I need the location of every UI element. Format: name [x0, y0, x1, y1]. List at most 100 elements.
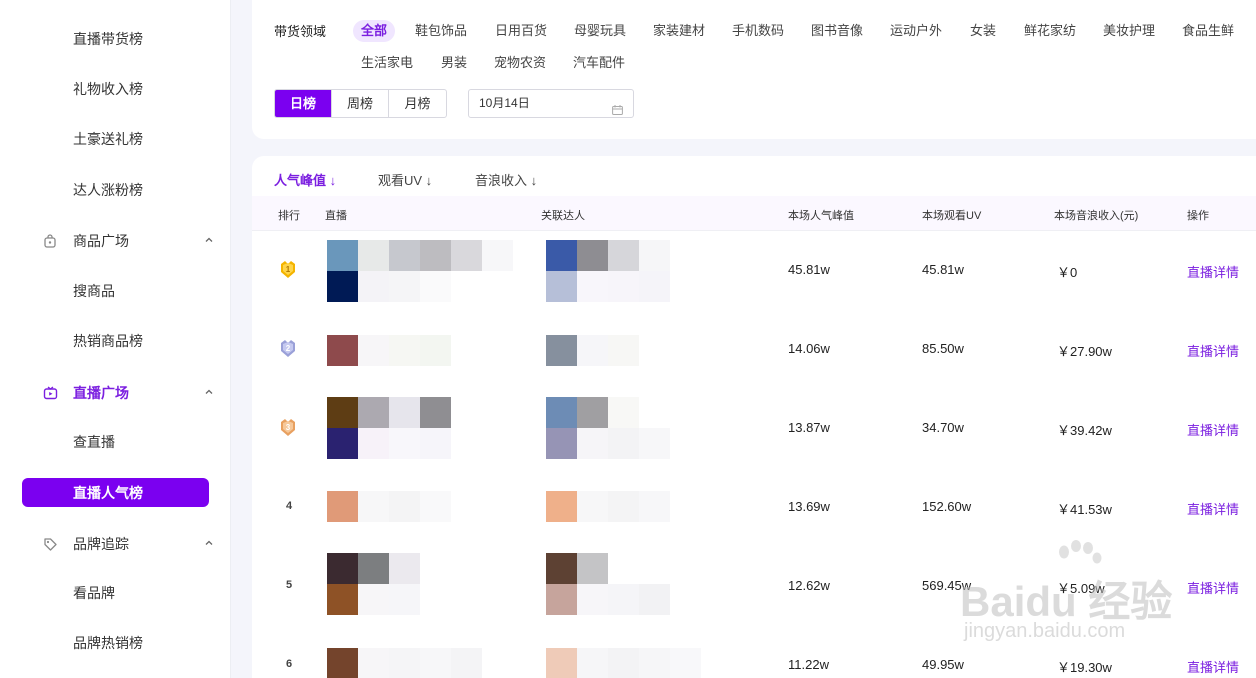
category-chip[interactable]: 手机数码 [724, 20, 792, 42]
live-detail-link[interactable]: 直播详情 [1187, 341, 1239, 360]
period-tab-monthly[interactable]: 月榜 [389, 90, 446, 117]
gold-medal-icon: 1 [278, 260, 298, 280]
tv-icon [42, 385, 58, 401]
sidebar-group-live[interactable]: 直播广场 [0, 378, 231, 408]
peak-popularity-value: 45.81w [788, 262, 830, 277]
category-chip[interactable]: 男装 [433, 52, 475, 74]
live-detail-link[interactable]: 直播详情 [1187, 499, 1239, 518]
sidebar-item-label: 查直播 [73, 434, 115, 450]
date-picker[interactable]: 10月14日 [468, 89, 634, 118]
ranking-table-card: 人气峰值 ↓ 观看UV ↓ 音浪收入 ↓ 排行 直播 关联达人 本场人气峰值 本… [252, 156, 1256, 678]
viewer-uv-value: 45.81w [922, 262, 964, 277]
live-detail-link[interactable]: 直播详情 [1187, 262, 1239, 281]
peak-popularity-value: 11.22w [788, 657, 829, 672]
viewer-uv-value: 49.95w [922, 657, 964, 672]
sidebar-item-label: 直播人气榜 [73, 484, 143, 501]
sidebar: 直播带货榜 礼物收入榜 土豪送礼榜 达人涨粉榜 商品广场 搜商品 热销商品榜 直… [0, 0, 231, 678]
category-chip[interactable]: 日用百货 [487, 20, 555, 42]
table-row: 3 13.87w 34.70w ￥39.42w 直播详情 [252, 389, 1256, 468]
sidebar-item-search-products[interactable]: 搜商品 [0, 276, 231, 306]
chevron-up-icon [203, 234, 215, 246]
sidebar-item-gift-income-rank[interactable]: 礼物收入榜 [0, 74, 231, 104]
sidebar-item-big-gifter-rank[interactable]: 土豪送礼榜 [0, 124, 231, 154]
category-chip[interactable]: 图书音像 [803, 20, 871, 42]
period-tab-daily[interactable]: 日榜 [275, 90, 332, 117]
category-chip[interactable]: 母婴玩具 [566, 20, 634, 42]
sidebar-item-live-popularity-rank[interactable]: 直播人气榜 [22, 478, 209, 507]
category-filter-label: 带货领域 [274, 24, 327, 39]
rank-number: 5 [285, 579, 293, 591]
income-value: ￥27.90w [1057, 344, 1112, 359]
calendar-icon [612, 98, 623, 115]
sidebar-item-follower-growth-rank[interactable]: 达人涨粉榜 [0, 175, 231, 205]
peak-popularity-value: 13.87w [788, 420, 830, 435]
sort-tab-viewer-uv[interactable]: 观看UV ↓ [378, 170, 432, 189]
category-chip[interactable]: 女装 [962, 20, 1004, 42]
sidebar-item-label: 礼物收入榜 [73, 81, 143, 97]
sidebar-item-live-sales-rank[interactable]: 直播带货榜 [0, 24, 231, 54]
sidebar-item-label: 看品牌 [73, 585, 115, 601]
svg-text:2: 2 [286, 344, 291, 353]
table-row: 5 12.62w 569.45w ￥5.09w 直播详情 [252, 547, 1256, 626]
sidebar-item-brand-hot-rank[interactable]: 品牌热销榜 [0, 628, 231, 658]
income-value: ￥0 [1057, 265, 1078, 280]
income-value: ￥5.09w [1057, 581, 1105, 596]
period-tab-weekly[interactable]: 周榜 [332, 90, 389, 117]
sidebar-item-view-brands[interactable]: 看品牌 [0, 578, 231, 608]
peak-popularity-value: 12.62w [788, 578, 830, 593]
income-value: ￥41.53w [1057, 502, 1112, 517]
svg-text:1: 1 [286, 265, 291, 274]
sidebar-item-hot-products-rank[interactable]: 热销商品榜 [0, 326, 231, 356]
viewer-uv-value: 152.60w [922, 499, 972, 514]
sidebar-item-label: 直播带货榜 [73, 31, 143, 47]
sidebar-group-label: 品牌追踪 [73, 536, 129, 552]
column-header-uv: 本场观看UV [922, 210, 982, 222]
category-chip[interactable]: 鲜花家纺 [1016, 20, 1084, 42]
viewer-uv-value: 85.50w [922, 341, 964, 356]
table-row: 4 13.69w 152.60w ￥41.53w 直播详情 [252, 468, 1256, 547]
table-row: 2 14.06w 85.50w ￥27.90w 直播详情 [252, 310, 1256, 389]
column-header-rank: 排行 [278, 210, 300, 222]
silver-medal-icon: 2 [278, 339, 298, 359]
column-header-peak: 本场人气峰值 [788, 210, 854, 222]
period-segmented-control: 日榜 周榜 月榜 [274, 89, 447, 118]
category-chip[interactable]: 汽车配件 [565, 52, 633, 74]
tag-icon [42, 536, 58, 552]
sidebar-group-brands[interactable]: 品牌追踪 [0, 529, 231, 559]
filter-card: 带货领域 全部 鞋包饰品 日用百货 母婴玩具 家装建材 手机数码 图书音像 运动… [252, 0, 1256, 139]
category-chip[interactable]: 运动户外 [882, 20, 950, 42]
bronze-medal-icon: 3 [278, 418, 298, 438]
table-row: 1 45.81w 45.81w ￥0 直播详情 [252, 231, 1256, 310]
table-row: 6 11.22w 49.95w ￥19.30w 直播详情 [252, 626, 1256, 678]
column-header-live: 直播 [325, 210, 347, 222]
live-detail-link[interactable]: 直播详情 [1187, 657, 1239, 676]
category-chip[interactable]: 宠物农资 [486, 52, 554, 74]
peak-popularity-value: 13.69w [788, 499, 830, 514]
category-chip-all[interactable]: 全部 [353, 20, 396, 42]
live-detail-link[interactable]: 直播详情 [1187, 420, 1239, 439]
date-picker-value: 10月14日 [479, 96, 530, 110]
category-chip[interactable]: 家装建材 [645, 20, 713, 42]
column-header-action: 操作 [1187, 210, 1209, 222]
category-chip[interactable]: 食品生鲜 [1174, 20, 1242, 42]
sort-tab-peak-popularity[interactable]: 人气峰值 ↓ [274, 170, 336, 189]
category-chip[interactable]: 鞋包饰品 [407, 20, 475, 42]
category-chip[interactable]: 美妆护理 [1095, 20, 1163, 42]
sidebar-item-label: 土豪送礼榜 [73, 131, 143, 147]
sidebar-item-search-live[interactable]: 查直播 [0, 427, 231, 457]
chevron-up-icon [203, 386, 215, 398]
shopping-bag-icon [42, 233, 58, 249]
svg-text:3: 3 [286, 423, 291, 432]
column-header-streamer: 关联达人 [541, 210, 585, 222]
sort-tab-sound-wave-income[interactable]: 音浪收入 ↓ [475, 170, 537, 189]
viewer-uv-value: 569.45w [922, 578, 972, 593]
column-header-income: 本场音浪收入(元) [1054, 210, 1139, 222]
income-value: ￥19.30w [1057, 660, 1112, 675]
chevron-up-icon [203, 537, 215, 549]
category-chip[interactable]: 生活家电 [353, 52, 421, 74]
sidebar-item-label: 搜商品 [73, 283, 115, 299]
sidebar-group-products[interactable]: 商品广场 [0, 226, 231, 256]
live-detail-link[interactable]: 直播详情 [1187, 578, 1239, 597]
sidebar-item-label: 热销商品榜 [73, 333, 143, 349]
table-header: 排行 直播 关联达人 本场人气峰值 本场观看UV 本场音浪收入(元) 操作 [252, 196, 1256, 231]
